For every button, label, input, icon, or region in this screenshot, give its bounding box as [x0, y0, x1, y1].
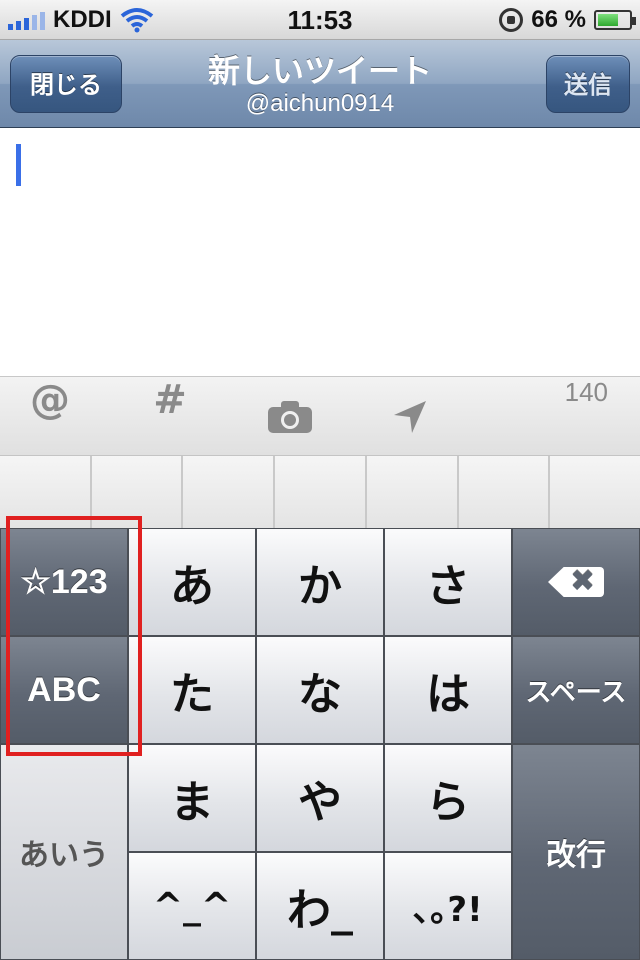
send-button[interactable]: 送信 — [546, 55, 630, 113]
battery-percent: 66 % — [531, 6, 586, 33]
compose-toolbar: @ # 140 — [0, 376, 640, 456]
location-arrow-icon — [394, 401, 426, 433]
status-right: 66 % — [499, 6, 636, 34]
key-kana-mode[interactable]: あいう — [0, 744, 128, 960]
candidate-slot[interactable] — [92, 456, 184, 528]
key-ka[interactable]: か — [256, 528, 384, 636]
status-bar: KDDI 11:53 66 % — [0, 0, 640, 40]
backspace-glyph: ✖ — [570, 564, 596, 599]
key-na[interactable]: な — [256, 636, 384, 744]
rotation-lock-icon — [499, 8, 524, 32]
key-backspace[interactable]: ✖ — [512, 528, 640, 636]
backspace-icon: ✖ — [548, 567, 604, 597]
camera-button[interactable] — [262, 377, 318, 457]
key-ma[interactable]: ま — [128, 744, 256, 852]
candidate-slot[interactable] — [0, 456, 92, 528]
key-ya[interactable]: や — [256, 744, 384, 852]
mention-button[interactable]: @ — [22, 377, 78, 457]
key-abc-mode[interactable]: ABC — [0, 636, 128, 744]
candidate-slot[interactable] — [367, 456, 459, 528]
key-enter[interactable]: 改行 — [512, 744, 640, 960]
page-title: 新しいツイート — [207, 52, 432, 90]
character-count: 140 — [564, 377, 608, 407]
camera-icon — [268, 401, 312, 433]
key-space[interactable]: スペース — [512, 636, 640, 744]
key-sa[interactable]: さ — [384, 528, 512, 636]
key-a[interactable]: あ — [128, 528, 256, 636]
candidate-slot[interactable] — [183, 456, 276, 528]
key-numbers-mode[interactable]: ☆123 — [0, 528, 128, 636]
key-emoticon[interactable]: ^_^ — [128, 852, 256, 960]
account-name: @aichun0914 — [245, 90, 395, 117]
japanese-keyboard: ☆123 ABC あいう あ か さ ✖ た な は スペース ま や ら 改行… — [0, 528, 640, 960]
key-ta[interactable]: た — [128, 636, 256, 744]
hashtag-button[interactable]: # — [142, 377, 198, 457]
key-punctuation[interactable]: ､｡?! — [384, 852, 512, 960]
nav-bar: 閉じる 新しいツイート @aichun0914 送信 — [0, 40, 640, 128]
text-caret — [16, 144, 21, 186]
candidate-slot[interactable] — [275, 456, 367, 528]
candidate-bar — [0, 456, 640, 528]
key-ra[interactable]: ら — [384, 744, 512, 852]
candidate-slot[interactable] — [550, 456, 640, 528]
location-button[interactable] — [382, 377, 438, 457]
key-ha[interactable]: は — [384, 636, 512, 744]
tweet-text-area[interactable] — [0, 128, 640, 376]
candidate-slot[interactable] — [459, 456, 551, 528]
key-wa[interactable]: わ_ — [256, 852, 384, 960]
battery-icon — [594, 10, 636, 30]
